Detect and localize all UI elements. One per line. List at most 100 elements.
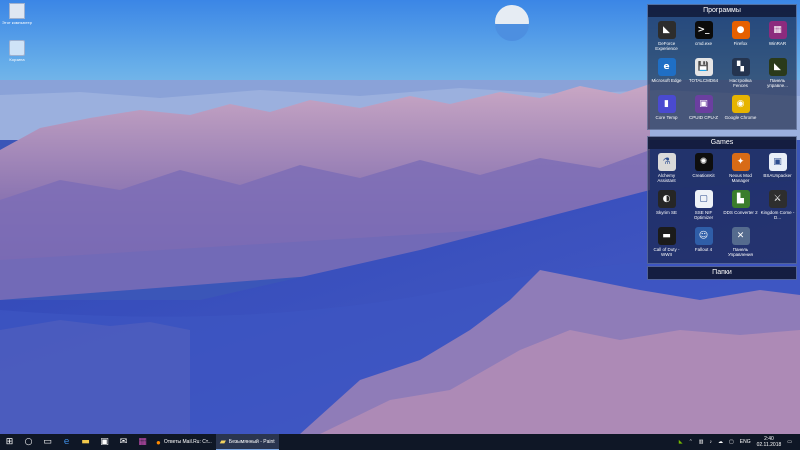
fence-shortcut-label: Kingdom Come - D... (760, 210, 795, 220)
totalcmd-icon: 💾 (694, 58, 713, 76)
taskbar: ⊞ ○ ▭ e ▬ ▣ ✉ ▦ ● Ответы Mail.Ru: Ст... … (0, 434, 800, 450)
firefox-icon: ● (731, 21, 750, 39)
fence-shortcut[interactable]: ⚔ Kingdom Come - D... (759, 189, 796, 226)
bsa-icon: ▣ (768, 153, 787, 171)
fence-shortcut[interactable]: 💾 TOTALCMD64 (685, 57, 722, 94)
edge-icon[interactable]: e (57, 434, 76, 450)
store-icon[interactable]: ▣ (95, 434, 114, 450)
fence-shortcut-label: Fallout 4 (694, 247, 713, 252)
cpuz-icon: ▣ (694, 95, 713, 113)
fence-shortcut-label: WinRAR (768, 41, 787, 46)
fence-shortcut[interactable]: ▣ CPUID CPU-Z (685, 94, 722, 131)
nif-icon: ▢ (694, 190, 713, 208)
fence-shortcut-label: Core Temp (655, 115, 678, 120)
desktop-icon-label: Этот компьютер (2, 20, 32, 25)
fence-shortcut-label: SSE NIF Optimizer (693, 210, 714, 220)
fence-shortcut-label: Alchemy Assistant (657, 173, 676, 183)
task-view-icon[interactable]: ▭ (38, 434, 57, 450)
clock-date: 02.11.2018 (756, 442, 782, 448)
fence-shortcut[interactable]: ● Firefox (722, 20, 759, 57)
desktop-icon-recycle-bin[interactable]: Корзина (2, 40, 32, 62)
fence-shortcut[interactable]: ◣ GeForce Experience (648, 20, 685, 57)
fence-shortcut-label: DDS Converter 2 (723, 210, 758, 215)
alchemy-icon: ⚗ (657, 153, 676, 171)
control-panel-icon: ✕ (731, 227, 750, 245)
fence-shortcut-label: BSAUnpacker (763, 173, 792, 178)
fence-shortcut[interactable]: ◐ Skyrim SE (648, 189, 685, 226)
skyrim-icon: ◐ (657, 190, 676, 208)
system-tray: ◣ ⌃ ▥ ♪ ☁ ▢ ENG 2:40 02.11.2018 ▭ (679, 434, 800, 450)
fence-shortcut[interactable]: ◣ Панель управле... (759, 57, 796, 94)
start-button[interactable]: ⊞ (0, 434, 19, 450)
notifications-icon[interactable]: ▭ (787, 439, 792, 445)
fence-shortcut[interactable]: ▣ BSAUnpacker (759, 152, 796, 189)
fence-shortcut[interactable]: >_ cmd.exe (685, 20, 722, 57)
nexus-icon: ✦ (731, 153, 750, 171)
winrar-icon[interactable]: ▦ (133, 434, 152, 450)
network-icon[interactable]: ▥ (699, 439, 704, 445)
fence-title[interactable]: Games (648, 137, 796, 149)
mail-icon[interactable]: ✉ (114, 434, 133, 450)
paint-icon: ▰ (219, 437, 226, 446)
fence-shortcut-label: Nexus Mod Manager (729, 173, 752, 183)
fence-shortcut[interactable]: ☺ Fallout 4 (685, 226, 722, 263)
fence-shortcut[interactable]: ▢ SSE NIF Optimizer (685, 189, 722, 226)
fence-folders: Папки (647, 266, 797, 280)
fence-title[interactable]: Папки (648, 267, 796, 279)
fence-shortcut[interactable]: ▚ Настройка Fences (722, 57, 759, 94)
kingdom-icon: ⚔ (768, 190, 787, 208)
explorer-icon[interactable]: ▬ (76, 434, 95, 450)
taskbar-item-firefox[interactable]: ● Ответы Mail.Ru: Ст... (152, 434, 216, 450)
edge-icon: e (657, 58, 676, 76)
winrar-icon: ▦ (768, 21, 787, 39)
cmd-icon: >_ (694, 21, 713, 39)
nvidia-icon: ◣ (657, 21, 676, 39)
chrome-icon: ◉ (731, 95, 750, 113)
fence-shortcut-label: Google Chrome (724, 115, 757, 120)
fence-shortcut-label: CreationKit (692, 173, 715, 178)
volume-icon[interactable]: ♪ (710, 439, 713, 445)
creationkit-icon: ✺ (694, 153, 713, 171)
desktop-icon-this-pc[interactable]: Этот компьютер (2, 3, 32, 25)
fence-shortcut[interactable]: ✺ CreationKit (685, 152, 722, 189)
fence-shortcut[interactable]: ▙ DDS Converter 2 (722, 189, 759, 226)
coretemp-icon: ▮ (657, 95, 676, 113)
fence-shortcut[interactable]: ▦ WinRAR (759, 20, 796, 57)
cloud-icon[interactable]: ☁ (718, 439, 723, 445)
chat-icon[interactable]: ▢ (729, 439, 734, 445)
fence-shortcut-label: Microsoft Edge (651, 78, 682, 83)
desktop-icon-label: Корзина (9, 57, 25, 62)
fence-shortcut[interactable]: ◉ Google Chrome (722, 94, 759, 131)
fallout-icon: ☺ (694, 227, 713, 245)
fence-shortcut[interactable]: ⚗ Alchemy Assistant (648, 152, 685, 189)
fence-shortcut-label: GeForce Experience (655, 41, 678, 51)
computer-icon (9, 3, 25, 19)
fences-icon: ▚ (731, 58, 750, 76)
nvidia-tray-icon[interactable]: ◣ (679, 439, 683, 445)
chevron-up-icon[interactable]: ⌃ (689, 439, 693, 445)
fence-programs: Программы ◣ GeForce Experience >_ cmd.exe ● F… (647, 4, 797, 130)
fence-shortcut-label: Панель Управления (728, 247, 753, 257)
taskbar-item-paint[interactable]: ▰ Безымянный - Paint (215, 434, 279, 450)
dds-icon: ▙ (731, 190, 750, 208)
fence-shortcut[interactable]: e Microsoft Edge (648, 57, 685, 94)
fence-shortcut-label: Call of Duty - WWII (653, 247, 680, 257)
clock[interactable]: 2:40 02.11.2018 (757, 436, 782, 448)
fence-shortcut-label: cmd.exe (694, 41, 712, 46)
fence-shortcut[interactable]: ✦ Nexus Mod Manager (722, 152, 759, 189)
taskbar-item-label: Безымянный - Paint (228, 438, 275, 445)
language-indicator[interactable]: ENG (740, 439, 751, 445)
fence-games-grid: ⚗ Alchemy Assistant ✺ CreationKit ✦ Nexus Mod… (648, 149, 796, 263)
cod-icon: ▬ (657, 227, 676, 245)
fence-shortcut-label: TOTALCMD64 (688, 78, 719, 83)
fence-programs-grid: ◣ GeForce Experience >_ cmd.exe ● Firefox ▦ Win… (648, 17, 796, 131)
fence-shortcut[interactable]: ▮ Core Temp (648, 94, 685, 131)
recycle-bin-icon (9, 40, 25, 56)
fence-shortcut[interactable]: ▬ Call of Duty - WWII (648, 226, 685, 263)
search-icon[interactable]: ○ (19, 434, 38, 450)
fence-shortcut-label: Skyrim SE (655, 210, 677, 215)
fence-shortcut[interactable]: ✕ Панель Управления (722, 226, 759, 263)
firefox-icon: ● (156, 437, 161, 447)
nvidia-panel-icon: ◣ (768, 58, 787, 76)
fence-title[interactable]: Программы (648, 5, 796, 17)
